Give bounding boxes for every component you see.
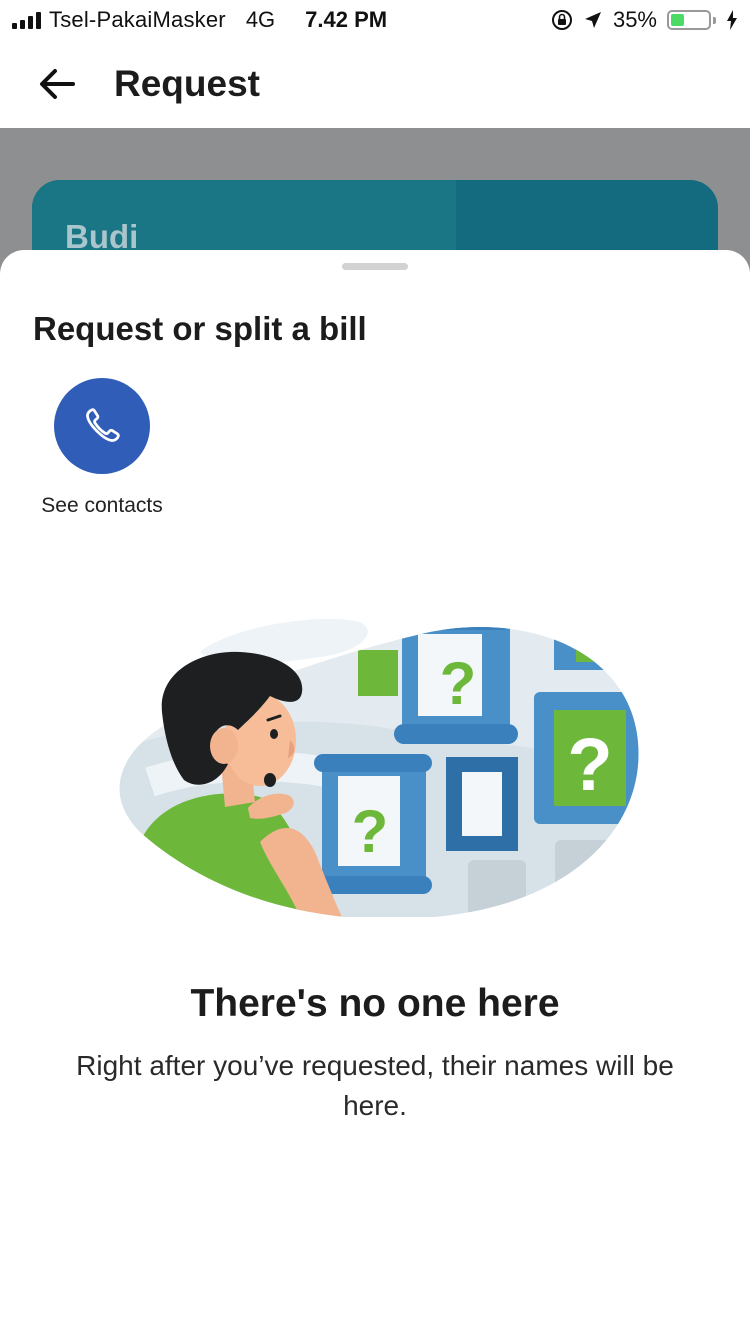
page-title: Request xyxy=(114,63,260,104)
location-arrow-icon xyxy=(584,12,601,28)
empty-state-title: There's no one here xyxy=(190,982,560,1025)
orientation-lock-icon xyxy=(551,10,572,30)
see-contacts-label: See contacts xyxy=(41,494,163,517)
network-type: 4G xyxy=(245,7,276,32)
confused-person-illustration: ? ? ? xyxy=(119,618,639,917)
status-bar: Tsel-PakaiMasker 4G 7.42 PM 35% xyxy=(0,0,750,40)
battery-percent: 35% xyxy=(612,7,657,32)
phone-icon xyxy=(86,408,120,442)
app-header: Request xyxy=(0,40,750,128)
svg-text:?: ? xyxy=(352,798,389,865)
contacts-circle[interactable] xyxy=(54,378,150,474)
carrier-name: Tsel-PakaiMasker xyxy=(49,7,226,32)
sheet-title: Request or split a bill xyxy=(33,310,367,347)
svg-text:?: ? xyxy=(440,650,477,717)
see-contacts-button[interactable]: See contacts xyxy=(30,378,174,518)
bottom-sheet: Request or split a bill See contacts ? ?… xyxy=(0,250,750,1334)
charging-bolt-icon xyxy=(727,10,737,30)
svg-text:?: ? xyxy=(567,723,612,806)
signal-strength-icon xyxy=(12,11,41,29)
back-button[interactable] xyxy=(22,49,92,119)
empty-state-description: Right after you’ve requested, their name… xyxy=(76,1050,674,1121)
status-time: 7.42 PM xyxy=(305,7,388,32)
battery-icon xyxy=(667,10,716,30)
back-arrow-icon xyxy=(40,69,75,99)
sheet-drag-handle[interactable] xyxy=(342,263,408,270)
